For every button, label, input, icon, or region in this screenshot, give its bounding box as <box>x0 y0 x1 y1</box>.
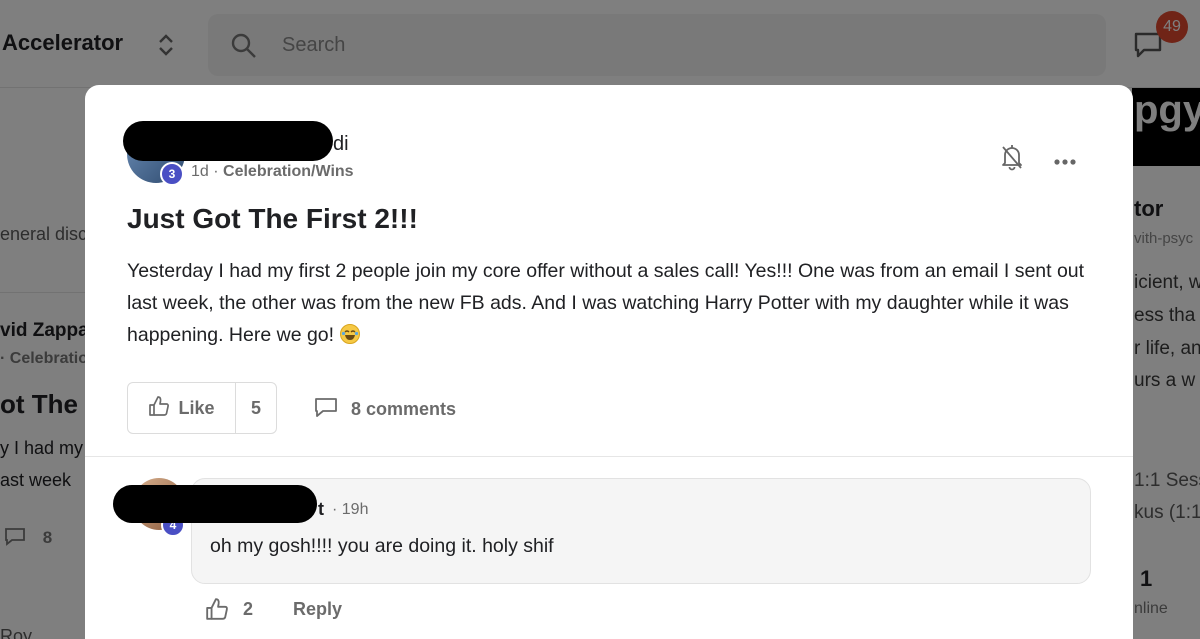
post-meta: 1d · Celebration/Wins <box>191 163 354 181</box>
comments-count-label: 8 comments <box>351 399 457 419</box>
section-divider <box>85 456 1133 457</box>
reply-button[interactable]: Reply <box>293 599 342 620</box>
like-count[interactable]: 5 <box>236 383 276 433</box>
comment-time: · 19h <box>332 501 369 518</box>
more-options-icon[interactable] <box>1053 153 1077 171</box>
post-time: 1d <box>191 163 209 180</box>
comment-icon <box>313 396 339 423</box>
post-modal: 3 di 1d · Celebration/Wins Just Got The … <box>85 85 1133 639</box>
thumbs-up-icon[interactable] <box>205 597 229 621</box>
like-label: Like <box>178 397 215 418</box>
post-body: Yesterday I had my first 2 people join m… <box>127 260 1085 346</box>
comment-bubble: t · 19h oh my gosh!!!! you are doing it.… <box>191 478 1091 584</box>
joy-emoji-icon <box>339 324 360 344</box>
thumbs-up-icon <box>148 395 170 422</box>
commenter-name[interactable]: t <box>318 499 324 520</box>
redaction-mark <box>123 121 333 161</box>
redaction-mark <box>113 485 317 523</box>
like-control: Like 5 <box>127 382 277 434</box>
comments-link[interactable]: 8 comments <box>313 396 456 423</box>
author-level-badge: 3 <box>160 162 184 186</box>
bell-icon[interactable] <box>1000 143 1024 176</box>
comment-like-count[interactable]: 2 <box>243 599 253 620</box>
post-title: Just Got The First 2!!! <box>127 203 418 234</box>
meta-separator: · <box>213 163 219 180</box>
comment-actions: 2 Reply <box>205 597 342 621</box>
author-name[interactable]: di <box>333 133 349 156</box>
comment-text: oh my gosh!!!! you are doing it. holy sh… <box>210 535 554 557</box>
post-category[interactable]: Celebration/Wins <box>223 163 354 180</box>
like-button[interactable]: Like <box>128 383 236 433</box>
